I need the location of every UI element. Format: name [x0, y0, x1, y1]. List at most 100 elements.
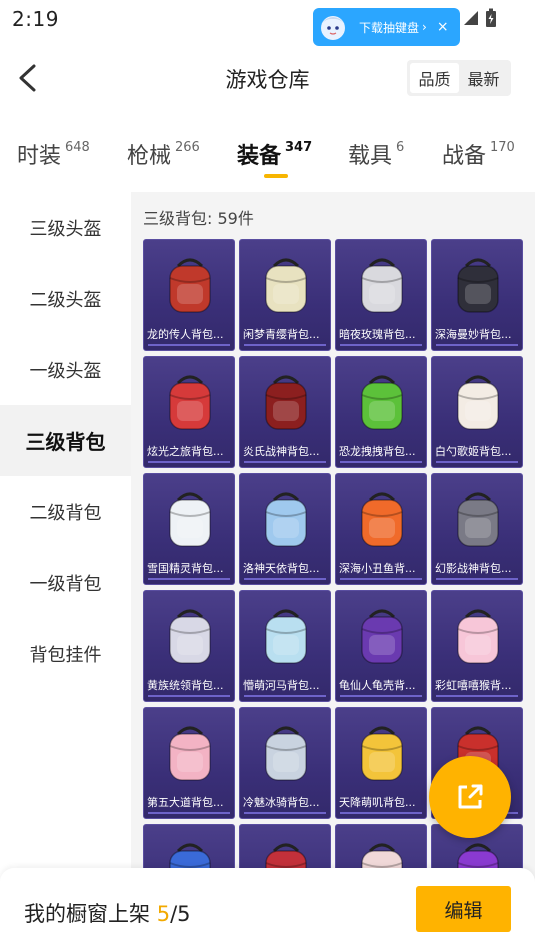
- item-card[interactable]: 雪国精灵背包...: [143, 473, 235, 585]
- sidebar-item-level3-backpack[interactable]: 三级背包: [0, 405, 131, 476]
- item-name: 雪国精灵背包...: [147, 562, 224, 575]
- item-card[interactable]: 彩虹嘻嘻猴背...: [431, 590, 523, 702]
- item-card[interactable]: 炎氏战神背包...: [239, 356, 331, 468]
- ad-banner[interactable]: 下载抽键盘 › ×: [313, 8, 460, 46]
- backpack-icon: [265, 492, 307, 547]
- tab-combat-supplies[interactable]: 战备 170: [442, 138, 515, 170]
- showcase-label: 我的橱窗上架 5/5: [24, 898, 191, 928]
- quality-bar: [244, 578, 326, 580]
- item-card[interactable]: 黄族统领背包...: [143, 590, 235, 702]
- section-heading: 三级背包: 59件: [143, 209, 254, 228]
- item-name: 第五大道背包...: [147, 796, 224, 809]
- quality-bar: [340, 461, 422, 463]
- item-name: 暗夜玫瑰背包...: [339, 328, 416, 341]
- item-name: 恐龙拽拽背包...: [339, 445, 416, 458]
- item-name: 黄族统领背包...: [147, 679, 224, 692]
- tab-label: 载具: [348, 144, 393, 169]
- backpack-icon: [361, 258, 403, 313]
- item-card[interactable]: 深海曼妙背包...: [431, 239, 523, 351]
- backpack-icon: [361, 726, 403, 781]
- item-name: 彩虹嘻嘻猴背...: [435, 679, 512, 692]
- ad-text: 下载抽键盘: [359, 20, 420, 35]
- item-card[interactable]: 龙的传人背包...: [143, 239, 235, 351]
- item-card[interactable]: 洛神天依背包...: [239, 473, 331, 585]
- backpack-icon: [169, 375, 211, 430]
- sidebar-item-level1-backpack[interactable]: 一级背包: [0, 547, 131, 618]
- tab-label: 枪械: [127, 144, 172, 169]
- quality-bar: [436, 344, 518, 346]
- status-icons: [463, 8, 497, 28]
- status-time: 2:19: [12, 7, 59, 31]
- quality-bar: [436, 695, 518, 697]
- tab-count: 170: [490, 140, 515, 155]
- sidebar-item-level2-helmet[interactable]: 二级头盔: [0, 263, 131, 334]
- backpack-icon: [169, 492, 211, 547]
- sidebar-item-backpack-charm[interactable]: 背包挂件: [0, 618, 131, 689]
- sort-toggle: 品质 最新: [407, 60, 511, 96]
- item-name: 幻影战神背包...: [435, 562, 512, 575]
- battery-icon: [486, 8, 496, 27]
- quality-bar: [436, 578, 518, 580]
- tab-indicator: [264, 174, 288, 178]
- backpack-icon: [361, 492, 403, 547]
- item-name: 天降萌叽背包...: [339, 796, 416, 809]
- item-card[interactable]: 暗夜玫瑰背包...: [335, 239, 427, 351]
- quality-bar: [148, 578, 230, 580]
- quality-bar: [244, 461, 326, 463]
- item-card[interactable]: 幻影战神背包...: [431, 473, 523, 585]
- quality-bar: [148, 344, 230, 346]
- backpack-icon: [169, 726, 211, 781]
- showcase-current-count: 5: [156, 902, 171, 926]
- signal-icon: [464, 11, 478, 25]
- backpack-icon: [457, 375, 499, 430]
- tab-count: 648: [65, 140, 90, 155]
- quality-bar: [340, 695, 422, 697]
- item-card[interactable]: 白勺歌姬背包...: [431, 356, 523, 468]
- edit-button[interactable]: 编辑: [416, 886, 511, 932]
- item-name: 龙的传人背包...: [147, 328, 224, 341]
- share-icon: [458, 784, 483, 809]
- item-name: 深海小丑鱼背...: [339, 562, 416, 575]
- item-card[interactable]: 炫光之旅背包...: [143, 356, 235, 468]
- quality-bar: [340, 578, 422, 580]
- item-name: 龟仙人龟壳背...: [339, 679, 416, 692]
- tab-firearms[interactable]: 枪械 266: [127, 138, 200, 170]
- backpack-icon: [361, 609, 403, 664]
- backpack-icon: [169, 609, 211, 664]
- quality-bar: [244, 812, 326, 814]
- item-name: 深海曼妙背包...: [435, 328, 512, 341]
- item-name: 懵萌河马背包...: [243, 679, 320, 692]
- quality-bar: [244, 695, 326, 697]
- backpack-icon: [169, 258, 211, 313]
- item-card[interactable]: 天降萌叽背包...: [335, 707, 427, 819]
- item-card[interactable]: 冷魅冰骑背包...: [239, 707, 331, 819]
- showcase-total-count: /5: [170, 902, 191, 926]
- item-card[interactable]: 闲梦青缨背包...: [239, 239, 331, 351]
- share-button[interactable]: [429, 756, 511, 838]
- tab-count: 347: [285, 140, 313, 155]
- tab-count: 266: [175, 140, 200, 155]
- item-card[interactable]: 龟仙人龟壳背...: [335, 590, 427, 702]
- item-card[interactable]: 懵萌河马背包...: [239, 590, 331, 702]
- tab-vehicles[interactable]: 载具 6: [348, 138, 404, 170]
- backpack-icon: [265, 726, 307, 781]
- item-card[interactable]: 第五大道背包...: [143, 707, 235, 819]
- item-card[interactable]: 恐龙拽拽背包...: [335, 356, 427, 468]
- tab-label: 装备: [237, 144, 282, 169]
- tab-label: 战备: [442, 144, 487, 169]
- close-icon[interactable]: ×: [437, 19, 449, 35]
- back-arrow-icon[interactable]: [12, 60, 44, 96]
- item-card[interactable]: 深海小丑鱼背...: [335, 473, 427, 585]
- sort-latest-button[interactable]: 最新: [459, 63, 508, 93]
- tab-fashion[interactable]: 时装 648: [17, 138, 90, 170]
- sidebar-item-level3-helmet[interactable]: 三级头盔: [0, 192, 131, 263]
- tab-equipment[interactable]: 装备 347: [237, 138, 312, 170]
- backpack-icon: [457, 258, 499, 313]
- sidebar-item-level2-backpack[interactable]: 二级背包: [0, 476, 131, 547]
- quality-bar: [340, 812, 422, 814]
- backpack-icon: [457, 492, 499, 547]
- sidebar-item-level1-helmet[interactable]: 一级头盔: [0, 334, 131, 405]
- chevron-right-icon: ›: [422, 20, 427, 34]
- sort-quality-button[interactable]: 品质: [410, 63, 459, 93]
- quality-bar: [244, 344, 326, 346]
